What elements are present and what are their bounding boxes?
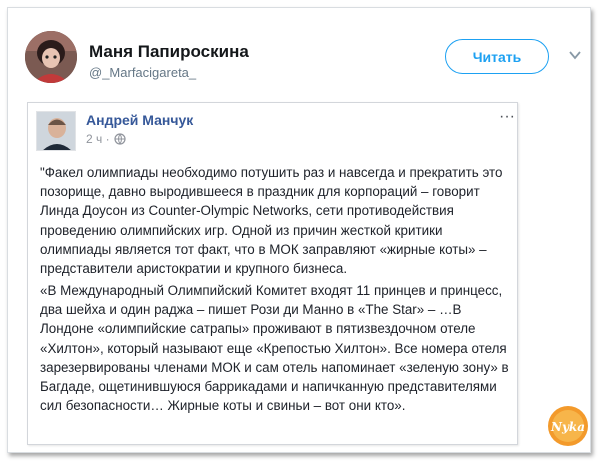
author-avatar[interactable] [25,31,77,83]
author-avatar-image [25,31,77,83]
tweet-card: Маня Папироскина @_Marfacigareta_ Читать… [7,7,591,453]
author-handle[interactable]: @_Marfacigareta_ [89,65,196,80]
watermark-text: Nyka [550,420,585,434]
fb-post-time[interactable]: 2 ч · [86,132,110,146]
fb-author-avatar[interactable] [36,111,76,151]
nyka-logo-icon: Nyka [548,406,588,446]
more-options-icon[interactable]: ··· [499,109,515,125]
post-paragraph-2: «В Международный Олимпийский Комитет вхо… [40,283,509,414]
fb-post-meta: 2 ч · [86,132,126,146]
chevron-down-icon[interactable] [568,48,582,62]
fb-author-name[interactable]: Андрей Манчук [86,112,193,128]
fb-author-avatar-image [37,112,75,150]
follow-button[interactable]: Читать [445,39,549,74]
embedded-facebook-post: Андрей Манчук 2 ч · ··· "Факел олимпиады… [27,102,518,445]
globe-icon [113,133,126,145]
author-name[interactable]: Маня Папироскина [89,42,249,62]
post-paragraph-1: "Факел олимпиады необходимо потушить раз… [40,165,503,277]
